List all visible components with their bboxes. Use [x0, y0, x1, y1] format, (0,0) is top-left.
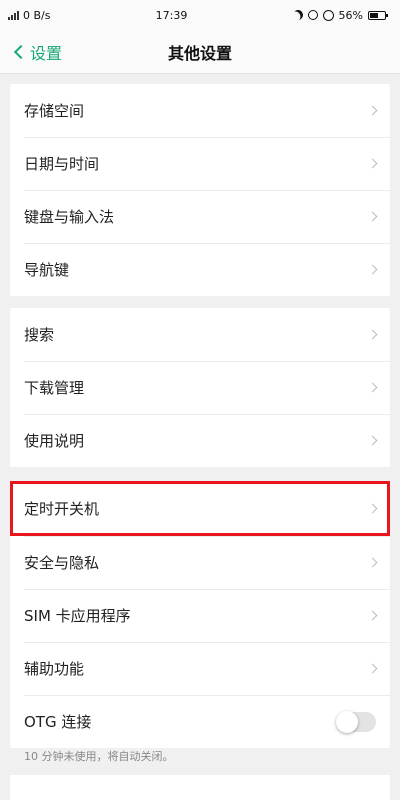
- status-right: 56%: [291, 8, 388, 22]
- chevron-right-icon: [367, 329, 378, 340]
- nav-bar: 设置 其他设置: [0, 30, 400, 74]
- list-item-label: SIM 卡应用程序: [24, 607, 131, 625]
- chevron-right-icon: [367, 610, 378, 621]
- list-item-label: 导航键: [24, 261, 70, 279]
- otg-toggle[interactable]: [336, 710, 376, 733]
- next-group-edge: [10, 775, 390, 800]
- status-left: 0 B/s: [8, 9, 50, 22]
- settings-group-3: 定时开关机 安全与隐私 SIM 卡应用程序 辅助功能 OTG 连接: [10, 481, 390, 748]
- chevron-right-icon: [367, 382, 378, 393]
- chevron-right-icon: [367, 663, 378, 674]
- chevron-right-icon: [367, 211, 378, 222]
- list-item-label: 使用说明: [24, 432, 85, 450]
- list-item-label: 定时开关机: [24, 500, 100, 518]
- list-item-label: OTG 连接: [24, 713, 92, 731]
- list-item-label: 辅助功能: [24, 660, 85, 678]
- list-item-otg: OTG 连接: [10, 695, 390, 748]
- chevron-right-icon: [367, 435, 378, 446]
- list-item-scheduled-power[interactable]: 定时开关机: [10, 481, 390, 536]
- back-label: 设置: [30, 44, 63, 63]
- chevron-left-icon: [13, 44, 29, 60]
- toggle-knob: [336, 710, 358, 733]
- battery-icon: [367, 10, 388, 20]
- chevron-right-icon: [367, 105, 378, 116]
- list-item-label: 存储空间: [24, 102, 85, 120]
- list-item-download-manager[interactable]: 下载管理: [10, 361, 390, 414]
- alarm-icon: [322, 9, 334, 21]
- list-item-search[interactable]: 搜索: [10, 308, 390, 361]
- otg-footnote: 10 分钟未使用，将自动关闭。: [24, 750, 174, 763]
- chevron-right-icon: [367, 158, 378, 169]
- list-item-label: 日期与时间: [24, 155, 100, 173]
- page-title: 其他设置: [167, 43, 232, 63]
- list-item-user-guide[interactable]: 使用说明: [10, 414, 390, 467]
- settings-group-2: 搜索 下载管理 使用说明: [10, 308, 390, 467]
- list-item-keyboard-input[interactable]: 键盘与输入法: [10, 190, 390, 243]
- status-time: 17:39: [155, 8, 188, 22]
- list-item-label: 下载管理: [24, 379, 85, 397]
- list-item-security-privacy[interactable]: 安全与隐私: [10, 536, 390, 589]
- chevron-right-icon: [367, 264, 378, 275]
- list-item-storage[interactable]: 存储空间: [10, 84, 390, 137]
- list-item-label: 键盘与输入法: [24, 208, 115, 226]
- list-item-accessibility[interactable]: 辅助功能: [10, 642, 390, 695]
- chevron-right-icon: [367, 503, 378, 514]
- battery-percent: 56%: [338, 8, 363, 22]
- list-item-date-time[interactable]: 日期与时间: [10, 137, 390, 190]
- back-button[interactable]: 设置: [12, 30, 62, 74]
- list-item-nav-keys[interactable]: 导航键: [10, 243, 390, 296]
- sync-icon: [307, 10, 318, 20]
- signal-icon: [8, 10, 19, 20]
- settings-group-1: 存储空间 日期与时间 键盘与输入法 导航键: [10, 84, 390, 296]
- list-item-label: 搜索: [24, 326, 55, 344]
- moon-icon: [291, 8, 305, 22]
- chevron-right-icon: [367, 557, 378, 568]
- list-item-sim-apps[interactable]: SIM 卡应用程序: [10, 589, 390, 642]
- list-item-label: 安全与隐私: [24, 554, 100, 572]
- network-speed: 0 B/s: [23, 8, 51, 22]
- status-bar: 0 B/s 17:39 56%: [0, 0, 400, 30]
